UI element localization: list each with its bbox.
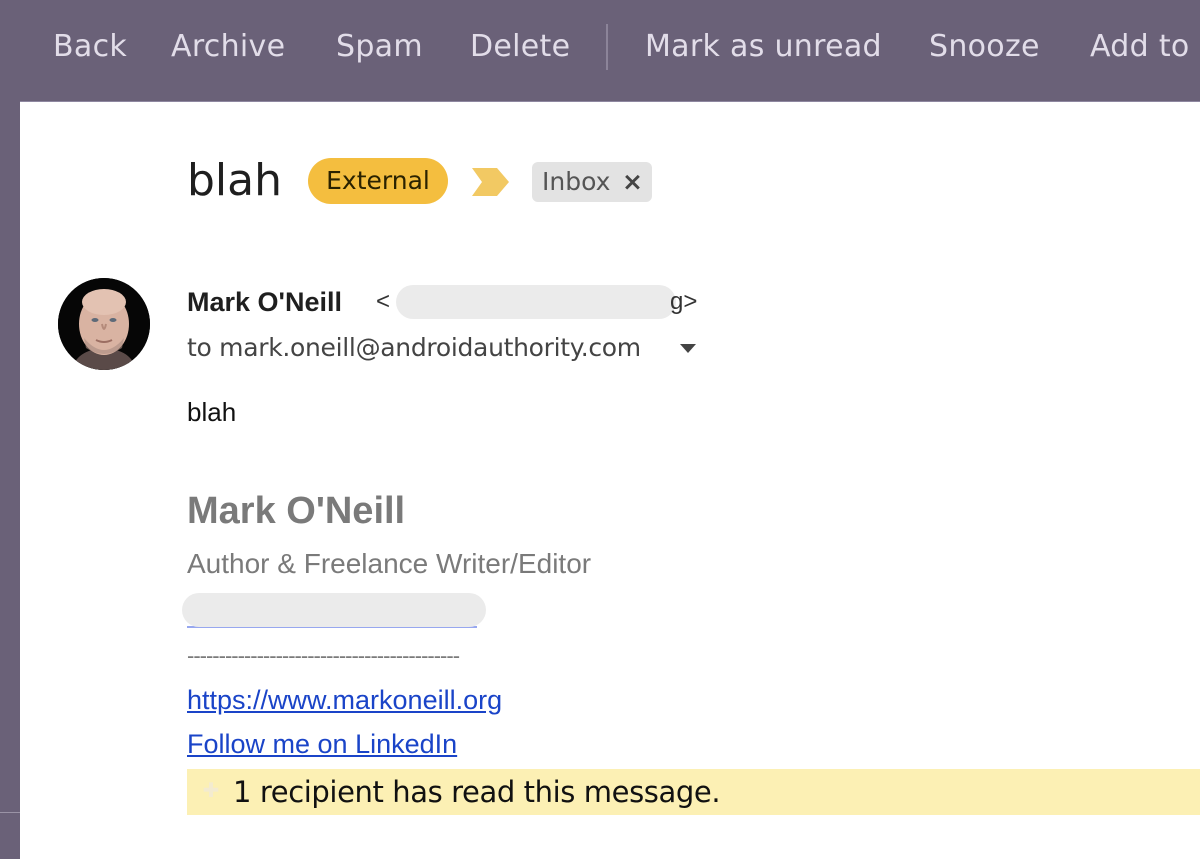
toolbar-divider <box>606 24 608 70</box>
remove-label-icon[interactable]: × <box>622 162 643 202</box>
inbox-label-text: Inbox <box>542 167 611 196</box>
archive-button[interactable]: Archive <box>171 28 285 66</box>
read-receipt-banner: ✚ 1 recipient has read this message. <box>187 769 1200 815</box>
read-receipt-text: 1 recipient has read this message. <box>233 775 721 809</box>
back-button[interactable]: Back <box>53 28 127 66</box>
left-rail-divider <box>0 812 20 813</box>
toolbar: Back Archive Spam Delete Mark as unread … <box>0 0 1200 100</box>
importance-marker-icon[interactable] <box>472 168 509 196</box>
website-link[interactable]: https://www.markoneill.org <box>187 682 502 718</box>
redacted-sender-email <box>396 285 676 319</box>
sender-email-open: < <box>376 288 391 315</box>
read-receipt-icon: ✚ <box>202 780 220 802</box>
recipient-details-dropdown-icon[interactable] <box>680 344 696 353</box>
sender-avatar[interactable] <box>58 278 150 370</box>
message-body: blah <box>187 397 237 427</box>
signature-separator: ----------------------------------------… <box>187 643 460 668</box>
inbox-label: Inbox × <box>532 162 652 202</box>
mark-as-unread-button[interactable]: Mark as unread <box>645 28 882 66</box>
linkedin-link[interactable]: Follow me on LinkedIn <box>187 726 457 762</box>
avatar-photo-icon <box>58 278 150 370</box>
external-label: External <box>308 158 448 204</box>
spam-button[interactable]: Spam <box>336 28 423 66</box>
delete-button[interactable]: Delete <box>470 28 570 66</box>
add-to-button[interactable]: Add to <box>1090 28 1190 66</box>
message-subject: blah <box>187 155 283 206</box>
signature-title: Author & Freelance Writer/Editor <box>187 548 592 579</box>
signature-name: Mark O'Neill <box>187 490 406 532</box>
recipient-line: to mark.oneill@androidauthority.com <box>187 333 641 362</box>
redacted-signature-email <box>182 593 486 627</box>
left-rail <box>0 100 20 858</box>
sender-name[interactable]: Mark O'Neill <box>187 284 342 320</box>
message-pane: blah External Inbox × Mark O'Neill < g> … <box>20 101 1200 859</box>
sender-email-close: g> <box>670 288 698 315</box>
snooze-button[interactable]: Snooze <box>929 28 1040 66</box>
